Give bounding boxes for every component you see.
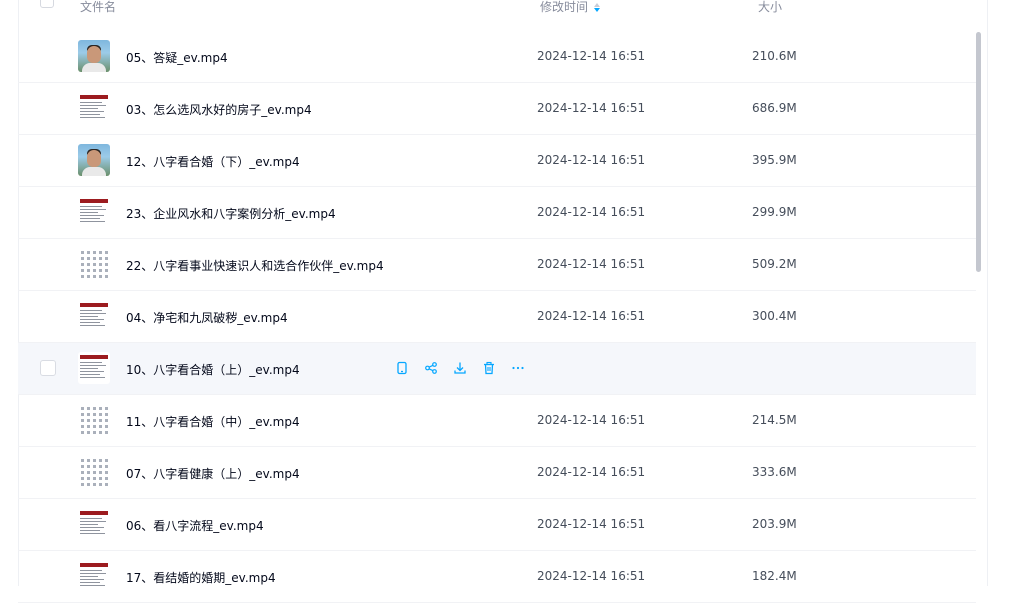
file-size: 299.9M — [752, 205, 797, 219]
video-thumbnail[interactable] — [78, 456, 110, 488]
file-name[interactable]: 05、答疑_ev.mp4 — [126, 49, 228, 66]
row-checkbox[interactable] — [40, 360, 56, 376]
file-size: 214.5M — [752, 413, 797, 427]
file-mtime: 2024-12-14 16:51 — [537, 465, 646, 479]
file-name[interactable]: 04、净宅和九凤破秽_ev.mp4 — [126, 309, 288, 326]
select-all-checkbox[interactable] — [40, 0, 54, 8]
scrollbar[interactable] — [976, 32, 981, 272]
file-size: 686.9M — [752, 101, 797, 115]
column-header-size[interactable]: 大小 — [758, 0, 782, 15]
file-row[interactable]: 22、八字看事业快速识人和选合作伙伴_ev.mp4 2024-12-14 16:5… — [18, 239, 976, 291]
file-name[interactable]: 03、怎么选风水好的房子_ev.mp4 — [126, 101, 312, 118]
file-mtime: 2024-12-14 16:51 — [537, 205, 646, 219]
file-name[interactable]: 12、八字看合婚（下）_ev.mp4 — [126, 153, 300, 170]
column-header-mtime-label: 修改时间 — [540, 0, 589, 14]
video-thumbnail[interactable] — [78, 508, 110, 540]
column-header-name[interactable]: 文件名 — [80, 0, 116, 15]
row-actions — [394, 360, 526, 376]
file-row[interactable]: 23、企业风水和八字案例分析_ev.mp4 2024-12-14 16:51 299… — [18, 187, 976, 239]
file-size: 210.6M — [752, 49, 797, 63]
file-mtime: 2024-12-14 16:51 — [537, 309, 646, 323]
file-row[interactable]: 11、八字看合婚（中）_ev.mp4 2024-12-14 16:51 214.5M — [18, 395, 976, 447]
file-mtime: 2024-12-14 16:51 — [537, 569, 646, 583]
file-list: 05、答疑_ev.mp4 2024-12-14 16:51 210.6M 03、怎么选… — [18, 31, 976, 603]
file-size: 509.2M — [752, 257, 797, 271]
video-thumbnail[interactable] — [78, 92, 110, 124]
file-row[interactable]: 10、八字看合婚（上）_ev.mp4 — [18, 343, 976, 395]
file-mtime: 2024-12-14 16:51 — [537, 153, 646, 167]
file-name[interactable]: 23、企业风水和八字案例分析_ev.mp4 — [126, 205, 336, 222]
file-size: 395.9M — [752, 153, 797, 167]
file-row[interactable]: 04、净宅和九凤破秽_ev.mp4 2024-12-14 16:51 300.4M — [18, 291, 976, 343]
file-name[interactable]: 06、看八字流程_ev.mp4 — [126, 517, 264, 534]
file-row[interactable]: 07、八字看健康（上）_ev.mp4 2024-12-14 16:51 333.6M — [18, 447, 976, 499]
file-mtime: 2024-12-14 16:51 — [537, 413, 646, 427]
video-thumbnail[interactable] — [78, 144, 110, 176]
file-mtime: 2024-12-14 16:51 — [537, 257, 646, 271]
video-thumbnail[interactable] — [78, 196, 110, 228]
video-thumbnail[interactable] — [78, 560, 110, 592]
file-list-header: 文件名 修改时间 大小 — [18, 0, 976, 19]
video-thumbnail[interactable] — [78, 352, 110, 384]
file-name[interactable]: 07、八字看健康（上）_ev.mp4 — [126, 465, 300, 482]
column-header-mtime[interactable]: 修改时间 — [540, 0, 601, 15]
file-row[interactable]: 17、看结婚的婚期_ev.mp4 2024-12-14 16:51 182.4M — [18, 551, 976, 603]
download-icon[interactable] — [452, 360, 468, 376]
file-name[interactable]: 11、八字看合婚（中）_ev.mp4 — [126, 413, 300, 430]
file-row[interactable]: 03、怎么选风水好的房子_ev.mp4 2024-12-14 16:51 686.9… — [18, 83, 976, 135]
video-thumbnail[interactable] — [78, 404, 110, 436]
file-size: 333.6M — [752, 465, 797, 479]
sort-icon[interactable] — [594, 3, 601, 12]
file-row[interactable]: 05、答疑_ev.mp4 2024-12-14 16:51 210.6M — [18, 31, 976, 83]
file-size: 300.4M — [752, 309, 797, 323]
video-thumbnail[interactable] — [78, 40, 110, 72]
file-size: 182.4M — [752, 569, 797, 583]
file-size: 203.9M — [752, 517, 797, 531]
file-mtime: 2024-12-14 16:51 — [537, 101, 646, 115]
file-name[interactable]: 22、八字看事业快速识人和选合作伙伴_ev.mp4 — [126, 257, 384, 274]
file-name[interactable]: 10、八字看合婚（上）_ev.mp4 — [126, 361, 300, 378]
file-row[interactable]: 12、八字看合婚（下）_ev.mp4 2024-12-14 16:51 395.9M — [18, 135, 976, 187]
phone-icon[interactable] — [394, 360, 410, 376]
more-icon[interactable] — [510, 360, 526, 376]
file-row[interactable]: 06、看八字流程_ev.mp4 2024-12-14 16:51 203.9M — [18, 499, 976, 551]
delete-icon[interactable] — [481, 360, 497, 376]
video-thumbnail[interactable] — [78, 248, 110, 280]
video-thumbnail[interactable] — [78, 300, 110, 332]
share-icon[interactable] — [423, 360, 439, 376]
file-name[interactable]: 17、看结婚的婚期_ev.mp4 — [126, 569, 276, 586]
file-mtime: 2024-12-14 16:51 — [537, 517, 646, 531]
file-mtime: 2024-12-14 16:51 — [537, 49, 646, 63]
